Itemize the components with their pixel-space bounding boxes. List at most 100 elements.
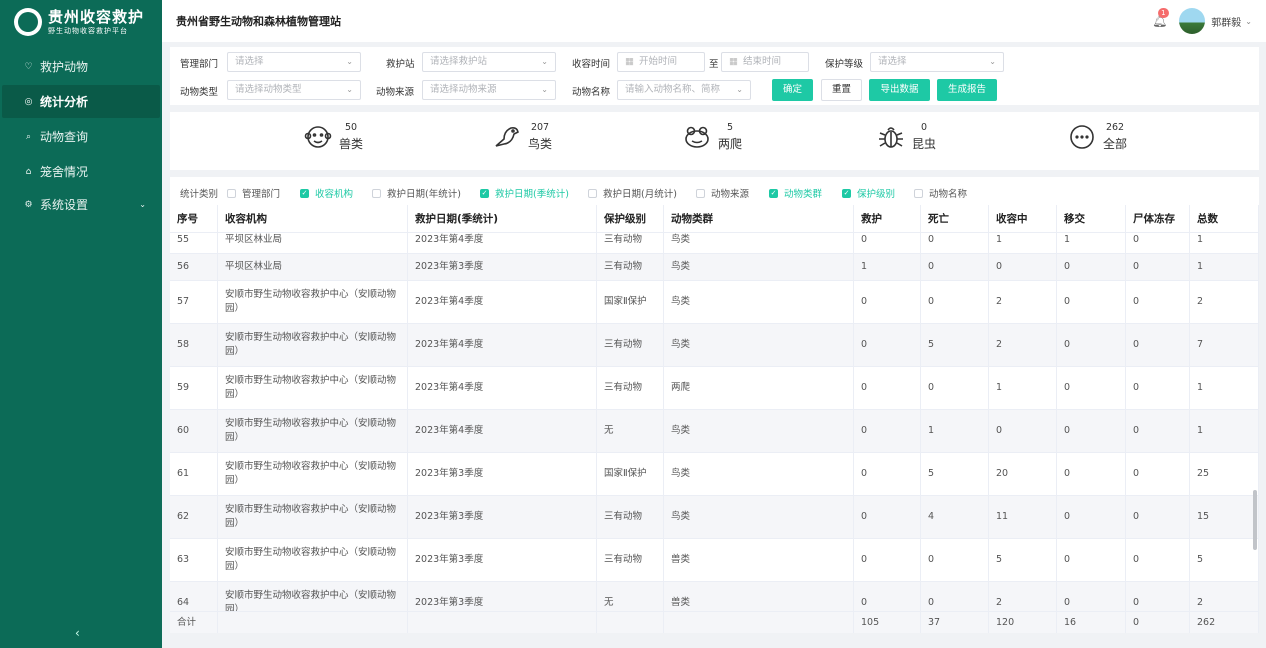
category-checkbox-name[interactable]: 动物名称 (914, 186, 967, 200)
sidebar-item-cages[interactable]: ⌂ 笼舍情况 (2, 155, 160, 188)
category-checkbox-org[interactable]: ✓ 收容机构 (300, 186, 353, 200)
sidebar-item-animal-query[interactable]: ⌕ 动物查询 (2, 120, 160, 153)
category-checkbox-source[interactable]: 动物来源 (696, 186, 749, 200)
column-header[interactable]: 尸体冻存 (1126, 205, 1190, 232)
source-select[interactable]: 请选择动物来源 ⌄ (422, 80, 556, 100)
category-filter: 统计类别 管理部门 ✓ 收容机构 救护日期(年统计) ✓ 救护日期(季统计) 救护日… (170, 177, 1259, 205)
dept-select[interactable]: 请选择 ⌄ (227, 52, 361, 72)
category-checkbox-month[interactable]: 救护日期(月统计) (588, 186, 677, 200)
table-cell: 25 (1190, 453, 1259, 495)
column-header[interactable]: 收容机构 (218, 205, 408, 232)
report-button[interactable]: 生成报告 (937, 79, 997, 101)
total-cell (597, 612, 664, 633)
table-cell: 2023年第3季度 (408, 453, 597, 495)
total-cell: 262 (1190, 612, 1259, 633)
table-cell: 三有动物 (597, 539, 664, 581)
table-cell: 55 (170, 233, 218, 253)
table-cell: 鸟类 (664, 254, 854, 280)
table-row[interactable]: 56 平坝区林业局 2023年第3季度 三有动物 鸟类 1 0 0 0 0 1 (170, 254, 1259, 281)
chevron-down-icon[interactable]: ⌄ (1245, 17, 1252, 26)
table-cell: 0 (1126, 453, 1190, 495)
table-cell: 国家Ⅱ保护 (597, 281, 664, 323)
column-header[interactable]: 救护 (854, 205, 921, 232)
table-scrollbar[interactable] (1253, 490, 1257, 550)
sidebar-item-rescue-animals[interactable]: ♡ 救护动物 (2, 50, 160, 83)
table-cell: 0 (854, 496, 921, 538)
stat-amphibians[interactable]: 5 两爬 (682, 122, 742, 152)
sidebar-item-statistics[interactable]: ◎ 统计分析 (2, 85, 160, 118)
table-cell: 1 (921, 410, 989, 452)
avatar[interactable] (1179, 8, 1206, 34)
confirm-button[interactable]: 确定 (772, 79, 813, 101)
table-cell: 安顺市野生动物收容救护中心（安顺动物园） (218, 539, 408, 581)
column-header[interactable]: 保护级别 (597, 205, 664, 232)
collapse-sidebar-icon[interactable]: ‹ (75, 626, 80, 640)
table-row[interactable]: 64 安顺市野生动物收容救护中心（安顺动物园） 2023年第3季度无兽类 0 0 2 0 0 2 (170, 582, 1259, 613)
table-cell: 0 (1057, 324, 1126, 366)
column-header[interactable]: 总数 (1190, 205, 1259, 232)
checkbox-icon (227, 188, 236, 198)
chevron-down-icon: ⌄ (346, 85, 353, 94)
sidebar-item-settings[interactable]: ⚙ 系统设置 ⌄ (2, 188, 160, 221)
monkey-icon (304, 126, 332, 148)
name-input[interactable]: 请输入动物名称、简称 ⌄ (617, 80, 751, 100)
table-cell: 2 (989, 582, 1057, 613)
table-row[interactable]: 62 安顺市野生动物收容救护中心（安顺动物园） 2023年第3季度 三有动物 鸟类 0 4 1… (170, 496, 1259, 539)
total-cell: 37 (921, 612, 989, 633)
category-checkbox-dept[interactable]: 管理部门 (227, 186, 280, 200)
table-body[interactable]: 55 平坝区林业局 2023年第4季度 三有动物 鸟类 0 0 1 1 0 1 56 平坝区林业局 202… (170, 233, 1259, 613)
reset-button[interactable]: 重置 (821, 79, 862, 101)
table-cell: 0 (1057, 254, 1126, 280)
column-header[interactable]: 收容中 (989, 205, 1057, 232)
sidebar-item-label: 系统设置 (40, 198, 89, 212)
table-cell: 0 (854, 324, 921, 366)
table-cell: 15 (1190, 496, 1259, 538)
table-cell: 安顺市野生动物收容救护中心（安顺动物园） (218, 367, 408, 409)
column-header[interactable]: 序号 (170, 205, 218, 232)
column-header[interactable]: 移交 (1057, 205, 1126, 232)
stat-birds[interactable]: 207 鸟类 (492, 122, 552, 152)
end-date-input[interactable]: ▦ 结束时间 (721, 52, 809, 72)
calendar-icon: ▦ (729, 56, 738, 67)
level-select[interactable]: 请选择 ⌄ (870, 52, 1004, 72)
table-row[interactable]: 59 安顺市野生动物收容救护中心（安顺动物园） 2023年第4季度 三有动物 两爬 0 0 1… (170, 367, 1259, 410)
dept-label: 管理部门 (180, 59, 219, 70)
category-checkbox-quarter[interactable]: ✓ 救护日期(季统计) (480, 186, 569, 200)
table-row[interactable]: 55 平坝区林业局 2023年第4季度 三有动物 鸟类 0 0 1 1 0 1 (170, 233, 1259, 254)
export-button[interactable]: 导出数据 (869, 79, 930, 101)
table-row[interactable]: 61 安顺市野生动物收容救护中心（安顺动物园） 2023年第3季度 国家Ⅱ保护 鸟类 0 5… (170, 453, 1259, 496)
chart-icon: ◎ (24, 96, 33, 107)
username[interactable]: 郭群毅 (1211, 14, 1241, 29)
table-cell: 56 (170, 254, 218, 280)
start-date-input[interactable]: ▦ 开始时间 (617, 52, 705, 72)
column-header[interactable]: 救护日期(季统计) (408, 205, 597, 232)
type-select[interactable]: 请选择动物类型 ⌄ (227, 80, 361, 100)
category-checkbox-level[interactable]: ✓ 保护级别 (842, 186, 895, 200)
category-checkbox-year[interactable]: 救护日期(年统计) (372, 186, 461, 200)
stat-all[interactable]: 262 全部 (1067, 122, 1127, 152)
stat-insects[interactable]: 0 昆虫 (876, 122, 936, 152)
table-cell: 0 (854, 539, 921, 581)
table-cell: 2023年第4季度 (408, 324, 597, 366)
table-cell: 无 (597, 410, 664, 452)
table-cell: 无 (597, 582, 664, 613)
category-checkbox-group[interactable]: ✓ 动物类群 (769, 186, 822, 200)
date-range-separator: 至 (709, 59, 719, 70)
stat-mammals[interactable]: 50 兽类 (303, 122, 363, 152)
total-cell: 合计 (170, 612, 218, 633)
table-row[interactable]: 58 安顺市野生动物收容救护中心（安顺动物园） 2023年第4季度 三有动物 鸟类 0 5 2… (170, 324, 1259, 367)
table-cell: 0 (854, 367, 921, 409)
table-row[interactable]: 57 安顺市野生动物收容救护中心（安顺动物园） 2023年第4季度 国家Ⅱ保护 鸟类 0 0… (170, 281, 1259, 324)
notification-button[interactable]: 🔔︎ 1 (1152, 8, 1169, 28)
table-cell: 0 (1126, 539, 1190, 581)
column-header[interactable]: 死亡 (921, 205, 989, 232)
station-select[interactable]: 请选择救护站 ⌄ (422, 52, 556, 72)
table-row[interactable]: 63 安顺市野生动物收容救护中心（安顺动物园） 2023年第3季度 三有动物 兽类 0 0 5… (170, 539, 1259, 582)
column-header[interactable]: 动物类群 (664, 205, 854, 232)
table-cell: 1 (1190, 410, 1259, 452)
table-cell: 平坝区林业局 (218, 233, 408, 253)
table-cell: 0 (1126, 367, 1190, 409)
table-cell: 0 (1057, 453, 1126, 495)
table-row[interactable]: 60 安顺市野生动物收容救护中心（安顺动物园） 2023年第4季度无鸟类 0 1 0 0 0 1 (170, 410, 1259, 453)
chevron-down-icon: ⌄ (541, 57, 548, 66)
